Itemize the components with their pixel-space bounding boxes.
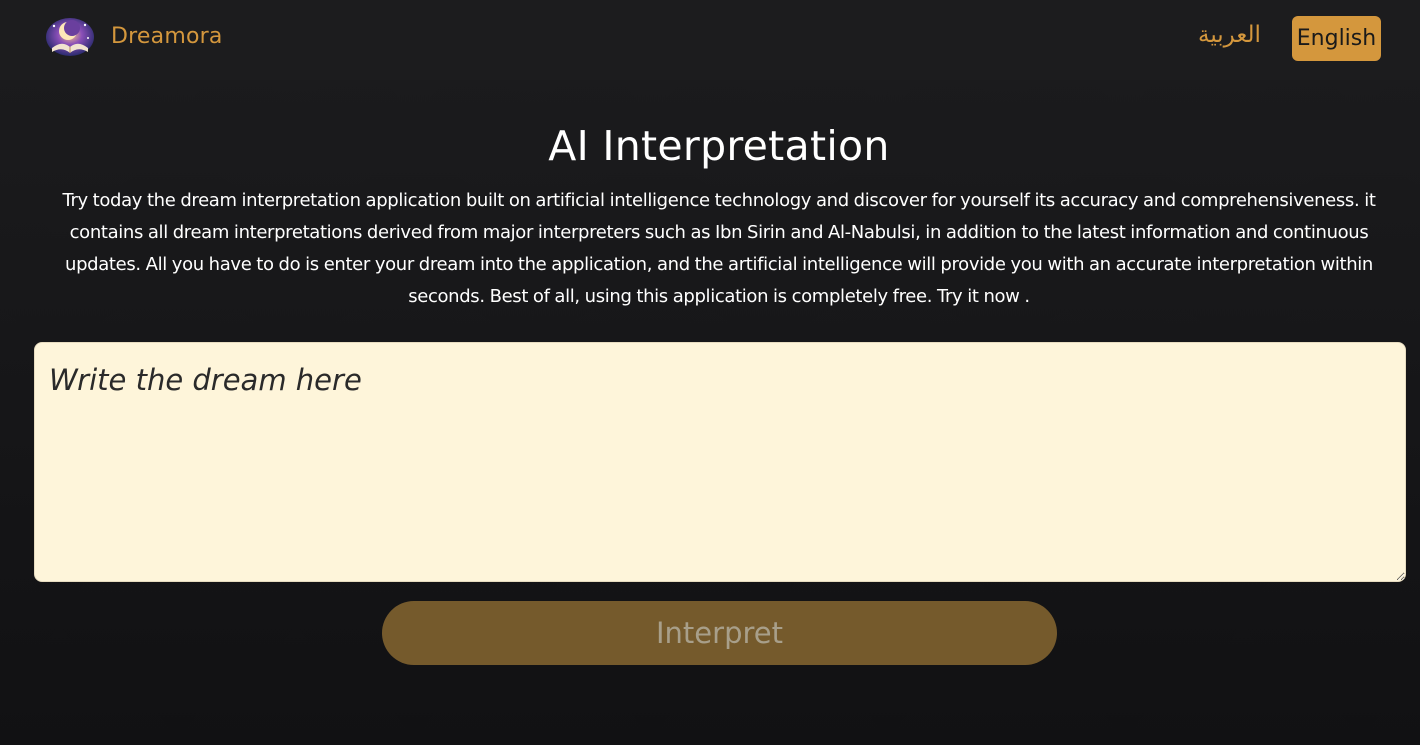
page-title: AI Interpretation: [548, 122, 890, 170]
logo-icon: [46, 18, 94, 56]
navbar: Dreamora العربية English: [0, 0, 1420, 80]
page-description: Try today the dream interpretation appli…: [62, 190, 1376, 307]
dream-input[interactable]: [34, 342, 1406, 582]
language-arabic-link[interactable]: العربية: [1198, 22, 1261, 48]
language-english-button[interactable]: English: [1292, 16, 1381, 61]
brand-link[interactable]: Dreamora: [44, 16, 223, 60]
interpret-button[interactable]: Interpret: [382, 601, 1057, 665]
brand-name: Dreamora: [111, 23, 223, 49]
